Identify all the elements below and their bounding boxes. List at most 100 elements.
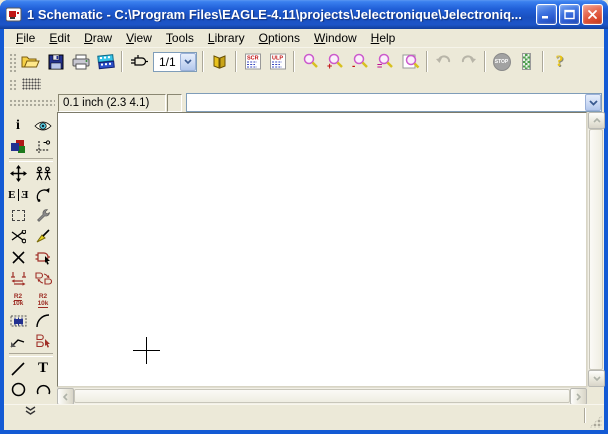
cam-processor-button[interactable] <box>93 50 118 73</box>
gateswap-icon <box>35 271 52 286</box>
run-ulp-button[interactable]: ULP <box>265 50 290 73</box>
close-button[interactable] <box>582 4 603 25</box>
library-button[interactable] <box>207 50 232 73</box>
tool-arc[interactable] <box>31 379 55 400</box>
sheet-selector[interactable]: 1/1 <box>153 52 197 72</box>
tool-show[interactable] <box>31 115 55 136</box>
delete-x-icon <box>12 251 25 264</box>
horizontal-scroll-thumb[interactable] <box>74 389 570 403</box>
menu-options[interactable]: Options <box>252 30 307 47</box>
command-line-combo[interactable] <box>186 93 602 112</box>
help-button[interactable]: ? <box>547 50 572 73</box>
menu-draw[interactable]: Draw <box>77 30 119 47</box>
horizontal-scrollbar[interactable] <box>57 387 587 404</box>
tool-value[interactable]: R2 10k <box>31 289 55 310</box>
board-button[interactable] <box>126 50 151 73</box>
save-button[interactable] <box>43 50 68 73</box>
tool-rotate[interactable] <box>31 184 55 205</box>
tool-paste[interactable] <box>31 226 55 247</box>
zoom-redraw-icon <box>402 53 420 70</box>
svg-text:ULP: ULP <box>272 56 283 62</box>
grid-button[interactable] <box>18 76 44 92</box>
tool-info[interactable]: i <box>6 115 30 136</box>
tool-name[interactable]: R2 10k <box>6 289 30 310</box>
tool-mirror[interactable]: EE <box>6 184 30 205</box>
status-bar <box>4 404 604 430</box>
scroll-right-button[interactable] <box>570 388 587 405</box>
mirror-icon: EE <box>8 189 28 201</box>
vertical-scroll-thumb[interactable] <box>589 129 603 370</box>
stop-button[interactable]: STOP <box>489 50 514 73</box>
text-icon: T <box>38 360 48 377</box>
scroll-down-button[interactable] <box>588 370 605 387</box>
tool-text[interactable]: T <box>31 358 55 379</box>
menu-file[interactable]: File <box>9 30 42 47</box>
tool-mark[interactable] <box>31 136 55 157</box>
add-part-icon <box>35 250 52 265</box>
tool-delete[interactable] <box>6 247 30 268</box>
tool-circle[interactable] <box>6 379 30 400</box>
redo-button[interactable] <box>456 50 481 73</box>
main-toolbar: 1/1 SCR <box>4 48 604 75</box>
tool-change[interactable] <box>31 205 55 226</box>
maximize-button[interactable] <box>559 4 580 25</box>
svg-text:=: = <box>377 61 382 70</box>
zoom-fit-button[interactable] <box>298 50 323 73</box>
menu-library[interactable]: Library <box>201 30 252 47</box>
resize-grip[interactable] <box>589 415 602 428</box>
zoom-in-button[interactable]: + <box>323 50 348 73</box>
toolbar-grip[interactable] <box>8 52 16 72</box>
paste-glue-icon <box>35 229 51 244</box>
minimize-button[interactable] <box>536 4 557 25</box>
tool-wire[interactable] <box>6 358 30 379</box>
tool-display[interactable] <box>6 136 30 157</box>
tool-palette: i <box>4 112 57 404</box>
chevron-up-icon <box>593 118 601 123</box>
zoom-select-button[interactable]: = <box>373 50 398 73</box>
run-script-button[interactable]: SCR <box>240 50 265 73</box>
tool-add[interactable] <box>31 247 55 268</box>
minimize-icon <box>541 9 552 20</box>
print-button[interactable] <box>68 50 93 73</box>
sheet-selector-arrow[interactable] <box>180 53 196 71</box>
zoom-out-button[interactable]: - <box>348 50 373 73</box>
menu-help[interactable]: Help <box>364 30 403 47</box>
tool-miter[interactable] <box>31 310 55 331</box>
tool-gateswap[interactable] <box>31 268 55 289</box>
go-button[interactable] <box>514 50 539 73</box>
eye-icon <box>34 120 52 132</box>
menu-window[interactable]: Window <box>307 30 364 47</box>
tool-cut[interactable] <box>6 226 30 247</box>
menu-tools[interactable]: Tools <box>159 30 201 47</box>
tool-smash[interactable] <box>6 310 30 331</box>
zoom-redraw-button[interactable] <box>398 50 423 73</box>
chevron-down-icon <box>593 376 601 381</box>
toolbar-separator <box>235 51 237 72</box>
command-line-arrow[interactable] <box>585 94 601 111</box>
tool-invoke[interactable] <box>31 331 55 352</box>
toolbar-grip[interactable] <box>8 78 16 91</box>
zoom-out-icon: - <box>352 53 369 70</box>
tool-group[interactable] <box>6 205 30 226</box>
scroll-up-button[interactable] <box>588 112 605 129</box>
chevron-down-icon <box>589 100 598 106</box>
schematic-canvas[interactable] <box>57 112 587 387</box>
menu-edit[interactable]: Edit <box>42 30 77 47</box>
canvas-zone <box>57 112 604 404</box>
tool-copy[interactable] <box>31 163 55 184</box>
toolbar-grip[interactable] <box>9 99 55 106</box>
tool-move[interactable] <box>6 163 30 184</box>
tool-pinswap[interactable] <box>6 268 30 289</box>
svg-text:SCR: SCR <box>247 56 259 62</box>
open-button[interactable] <box>18 50 43 73</box>
go-checker-icon <box>522 53 531 70</box>
undo-button[interactable] <box>431 50 456 73</box>
vertical-scrollbar[interactable] <box>587 112 604 387</box>
command-line-input[interactable] <box>187 94 585 111</box>
tool-split[interactable] <box>6 331 30 352</box>
titlebar: 1 Schematic - C:\Program Files\EAGLE-4.1… <box>0 0 608 29</box>
menu-view[interactable]: View <box>119 30 159 47</box>
zoom-select-icon: = <box>377 53 394 70</box>
scroll-left-button[interactable] <box>57 388 74 405</box>
script-ulp-icon: ULP <box>269 53 287 70</box>
